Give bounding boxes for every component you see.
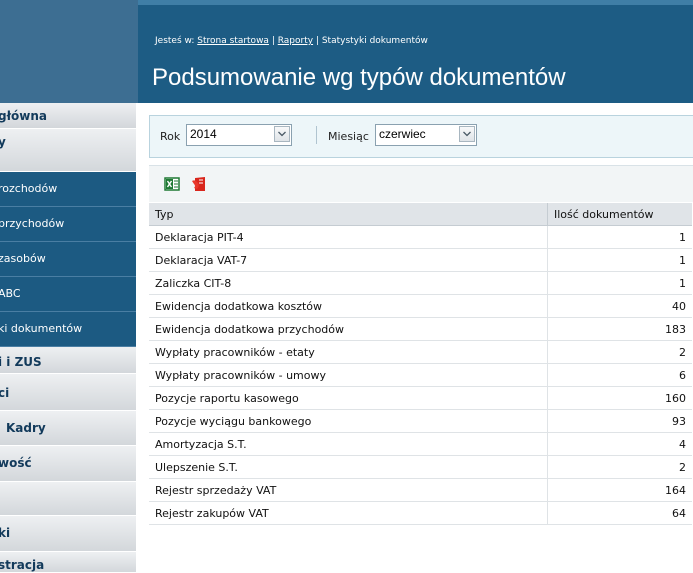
year-select[interactable]: 2014 (186, 124, 292, 146)
table-row: Zaliczka CIT-8 1 (149, 271, 692, 295)
sidebar-item-resources[interactable]: zasobów (0, 242, 136, 277)
cell-type: Wypłaty pracowników - umowy (149, 363, 548, 387)
sidebar-item-label: stracja (0, 558, 45, 572)
sidebar-item-abc[interactable]: ABC (0, 277, 136, 312)
sidebar-item-tools[interactable]: ki (0, 516, 136, 552)
cell-count: 1 (547, 271, 692, 295)
table-row: Amortyzacja S.T. 4 (149, 432, 692, 456)
sidebar-item-property[interactable]: wość (0, 446, 136, 482)
year-select-value: 2014 (190, 127, 217, 141)
cell-type: Deklaracja VAT-7 (149, 248, 548, 272)
table-row: Pozycje wyciągu bankowego 93 (149, 409, 692, 433)
breadcrumb: Jesteś w: Strona startowa | Raporty | St… (155, 36, 428, 46)
breadcrumb-home-link[interactable]: Strona startowa (197, 36, 269, 46)
cell-count: 40 (547, 294, 692, 318)
cell-type: Pozycje wyciągu bankowego (149, 409, 548, 433)
cell-count: 2 (547, 340, 692, 364)
sidebar-item-label: ki dokumentów (0, 322, 83, 335)
cell-count: 1 (547, 248, 692, 272)
cell-count: 4 (547, 432, 692, 456)
sidebar-item-label: główna (0, 109, 48, 123)
filter-bar: Rok 2014 Miesiąc czerwiec (149, 115, 693, 158)
cell-type: Ewidencja dodatkowa przychodów (149, 317, 548, 341)
sidebar-item-hr[interactable]: Kadry (0, 411, 136, 446)
sidebar-item-empty[interactable] (0, 482, 136, 516)
cell-type: Ulepszenie S.T. (149, 455, 548, 479)
table-row: Ulepszenie S.T. 2 (149, 455, 692, 479)
column-header-count[interactable]: Ilość dokumentów (547, 203, 692, 226)
sidebar-item-revenues[interactable]: przychodów (0, 207, 136, 242)
table-row: Ewidencja dodatkowa przychodów 183 (149, 317, 692, 341)
sidebar-item-label: ABC (0, 287, 21, 300)
sidebar-item-label: i i ZUS (0, 355, 42, 369)
cell-type: Rejestr sprzedaży VAT (149, 478, 548, 502)
sidebar-item-label: Kadry (6, 421, 46, 435)
table-row: Ewidencja dodatkowa kosztów 40 (149, 294, 692, 318)
cell-type: Pozycje raportu kasowego (149, 386, 548, 410)
cell-count: 160 (547, 386, 692, 410)
sidebar-item-label: zasobów (0, 252, 46, 265)
header: Jesteś w: Strona startowa | Raporty | St… (0, 0, 693, 103)
column-header-type[interactable]: Typ (149, 203, 548, 226)
cell-type: Wypłaty pracowników - etaty (149, 340, 548, 364)
content-area: Rok 2014 Miesiąc czerwiec Typ Ilość doku… (138, 103, 693, 569)
table-row: Wypłaty pracowników - etaty 2 (149, 340, 692, 364)
table-row: Pozycje raportu kasowego 160 (149, 386, 692, 410)
sidebar-item-document-stats[interactable]: ki dokumentów (0, 312, 136, 347)
cell-type: Deklaracja PIT-4 (149, 225, 548, 249)
table-row: Deklaracja VAT-7 1 (149, 248, 692, 272)
cell-count: 164 (547, 478, 692, 502)
sidebar-item-main[interactable]: główna (0, 103, 136, 129)
sidebar-item-administration[interactable]: stracja (0, 552, 136, 573)
cell-count: 6 (547, 363, 692, 387)
pdf-icon[interactable] (191, 176, 207, 192)
sidebar-item-taxes-zus[interactable]: i i ZUS (0, 347, 136, 374)
cell-type: Rejestr zakupów VAT (149, 501, 548, 525)
cell-count: 93 (547, 409, 692, 433)
year-label: Rok (160, 130, 181, 143)
breadcrumb-prefix: Jesteś w: (155, 36, 198, 46)
cell-count: 2 (547, 455, 692, 479)
document-stats-table: Typ Ilość dokumentów Deklaracja PIT-4 1 D… (149, 203, 692, 525)
sidebar-item-label: ci (0, 386, 10, 400)
sidebar-item-label: ki (0, 526, 11, 540)
sidebar-item-settlements[interactable]: ci (0, 374, 136, 411)
breadcrumb-reports-link[interactable]: Raporty (278, 36, 313, 46)
breadcrumb-current: Statystyki dokumentów (321, 36, 428, 46)
chevron-down-icon[interactable] (274, 126, 290, 142)
cell-count: 64 (547, 501, 692, 525)
table-header-row: Typ Ilość dokumentów (149, 203, 692, 226)
sidebar-item-label: przychodów (0, 217, 65, 230)
sidebar-item-label: wość (0, 456, 32, 470)
sidebar-item-label: rozchodów (0, 182, 58, 195)
breadcrumb-separator: | (313, 36, 322, 46)
cell-type: Zaliczka CIT-8 (149, 271, 548, 295)
cell-count: 1 (547, 225, 692, 249)
sidebar-item-label: y (0, 135, 6, 149)
excel-icon[interactable] (164, 176, 180, 192)
sidebar-item-section[interactable]: y (0, 129, 136, 172)
cell-type: Amortyzacja S.T. (149, 432, 548, 456)
header-left-panel (0, 0, 138, 103)
filter-separator (316, 126, 317, 144)
month-label: Miesiąc (328, 130, 369, 143)
chevron-down-icon[interactable] (459, 126, 475, 142)
table-row: Deklaracja PIT-4 1 (149, 225, 692, 249)
sidebar-item-expenses[interactable]: rozchodów (0, 172, 136, 207)
table-row: Rejestr zakupów VAT 64 (149, 501, 692, 525)
sidebar: główna y rozchodów przychodów zasobów AB… (0, 103, 138, 573)
table-row: Wypłaty pracowników - umowy 6 (149, 363, 692, 387)
table-row: Rejestr sprzedaży VAT 164 (149, 478, 692, 502)
page-title: Podsumowanie wg typów dokumentów (152, 64, 566, 91)
export-toolbar (149, 165, 693, 202)
breadcrumb-separator: | (268, 36, 278, 46)
month-select-value: czerwiec (379, 127, 426, 141)
cell-count: 183 (547, 317, 692, 341)
month-select[interactable]: czerwiec (375, 124, 477, 146)
cell-type: Ewidencja dodatkowa kosztów (149, 294, 548, 318)
